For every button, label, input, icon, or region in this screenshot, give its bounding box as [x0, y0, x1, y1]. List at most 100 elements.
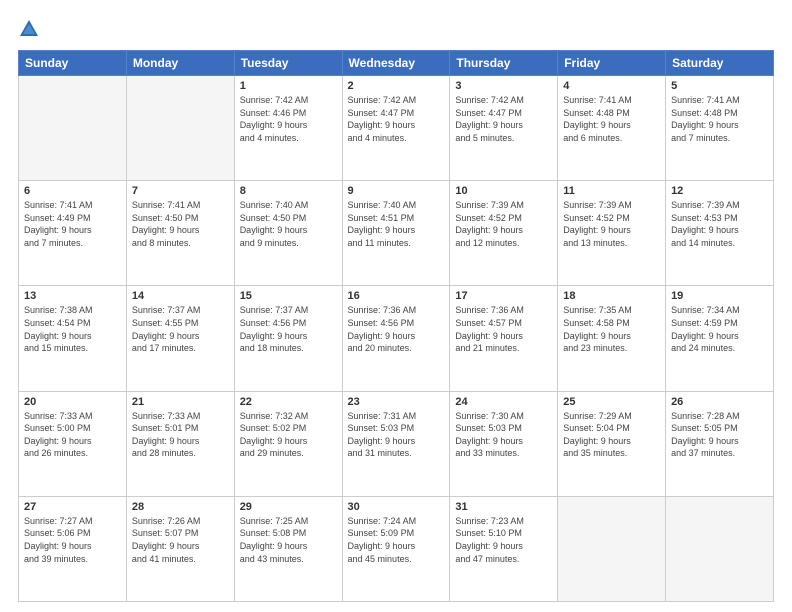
day-number: 26 — [671, 396, 768, 408]
day-number: 19 — [671, 290, 768, 302]
calendar-header-wednesday: Wednesday — [342, 51, 450, 76]
day-number: 9 — [348, 185, 445, 197]
day-number: 25 — [563, 396, 660, 408]
calendar-cell — [558, 496, 666, 601]
calendar-header-thursday: Thursday — [450, 51, 558, 76]
calendar-cell — [19, 76, 127, 181]
day-info: Sunrise: 7:37 AM Sunset: 4:56 PM Dayligh… — [240, 304, 337, 354]
day-number: 4 — [563, 80, 660, 92]
day-info: Sunrise: 7:23 AM Sunset: 5:10 PM Dayligh… — [455, 515, 552, 565]
calendar-header-saturday: Saturday — [666, 51, 774, 76]
day-number: 8 — [240, 185, 337, 197]
calendar-cell: 24 Sunrise: 7:30 AM Sunset: 5:03 PM Dayli… — [450, 391, 558, 496]
day-info: Sunrise: 7:29 AM Sunset: 5:04 PM Dayligh… — [563, 410, 660, 460]
calendar-cell: 8 Sunrise: 7:40 AM Sunset: 4:50 PM Daylig… — [234, 181, 342, 286]
logo — [18, 18, 44, 40]
day-info: Sunrise: 7:36 AM Sunset: 4:56 PM Dayligh… — [348, 304, 445, 354]
day-info: Sunrise: 7:42 AM Sunset: 4:47 PM Dayligh… — [455, 94, 552, 144]
day-number: 2 — [348, 80, 445, 92]
day-number: 16 — [348, 290, 445, 302]
calendar-week-row: 13 Sunrise: 7:38 AM Sunset: 4:54 PM Dayli… — [19, 286, 774, 391]
calendar-cell: 14Sunrise: 7:37 AM Sunset: 4:55 PM Dayli… — [126, 286, 234, 391]
day-info: Sunrise: 7:39 AM Sunset: 4:53 PM Dayligh… — [671, 199, 768, 249]
day-info: Sunrise: 7:27 AM Sunset: 5:06 PM Dayligh… — [24, 515, 121, 565]
day-number: 12 — [671, 185, 768, 197]
day-info: Sunrise: 7:41 AM Sunset: 4:48 PM Dayligh… — [563, 94, 660, 144]
day-info: Sunrise: 7:25 AM Sunset: 5:08 PM Dayligh… — [240, 515, 337, 565]
calendar-week-row: 20 Sunrise: 7:33 AM Sunset: 5:00 PM Dayli… — [19, 391, 774, 496]
day-number: 15 — [240, 290, 337, 302]
calendar-cell: 2 Sunrise: 7:42 AM Sunset: 4:47 PM Daylig… — [342, 76, 450, 181]
day-info: Sunrise: 7:42 AM Sunset: 4:47 PM Dayligh… — [348, 94, 445, 144]
calendar-cell: 29 Sunrise: 7:25 AM Sunset: 5:08 PM Dayli… — [234, 496, 342, 601]
calendar-cell: 20 Sunrise: 7:33 AM Sunset: 5:00 PM Dayli… — [19, 391, 127, 496]
calendar-header-row: SundayMondayTuesdayWednesdayThursdayFrid… — [19, 51, 774, 76]
day-number: 23 — [348, 396, 445, 408]
header — [18, 18, 774, 40]
day-number: 5 — [671, 80, 768, 92]
calendar-week-row: 1Sunrise: 7:42 AM Sunset: 4:46 PM Daylig… — [19, 76, 774, 181]
calendar-cell: 18Sunrise: 7:35 AM Sunset: 4:58 PM Dayli… — [558, 286, 666, 391]
day-info: Sunrise: 7:41 AM Sunset: 4:48 PM Dayligh… — [671, 94, 768, 144]
calendar-cell: 19 Sunrise: 7:34 AM Sunset: 4:59 PM Dayli… — [666, 286, 774, 391]
page: SundayMondayTuesdayWednesdayThursdayFrid… — [0, 0, 792, 612]
day-number: 7 — [132, 185, 229, 197]
calendar-header-monday: Monday — [126, 51, 234, 76]
calendar-cell: 6Sunrise: 7:41 AM Sunset: 4:49 PM Daylig… — [19, 181, 127, 286]
calendar-cell: 7 Sunrise: 7:41 AM Sunset: 4:50 PM Daylig… — [126, 181, 234, 286]
day-number: 6 — [24, 185, 121, 197]
calendar-cell: 5 Sunrise: 7:41 AM Sunset: 4:48 PM Daylig… — [666, 76, 774, 181]
calendar-header-friday: Friday — [558, 51, 666, 76]
calendar-cell: 13 Sunrise: 7:38 AM Sunset: 4:54 PM Dayli… — [19, 286, 127, 391]
calendar-cell: 15 Sunrise: 7:37 AM Sunset: 4:56 PM Dayli… — [234, 286, 342, 391]
day-number: 30 — [348, 501, 445, 513]
day-info: Sunrise: 7:38 AM Sunset: 4:54 PM Dayligh… — [24, 304, 121, 354]
calendar-cell: 10Sunrise: 7:39 AM Sunset: 4:52 PM Dayli… — [450, 181, 558, 286]
day-info: Sunrise: 7:39 AM Sunset: 4:52 PM Dayligh… — [563, 199, 660, 249]
day-number: 24 — [455, 396, 552, 408]
calendar-cell: 3 Sunrise: 7:42 AM Sunset: 4:47 PM Daylig… — [450, 76, 558, 181]
calendar-cell: 16 Sunrise: 7:36 AM Sunset: 4:56 PM Dayli… — [342, 286, 450, 391]
day-info: Sunrise: 7:37 AM Sunset: 4:55 PM Dayligh… — [132, 304, 229, 354]
day-number: 27 — [24, 501, 121, 513]
calendar-week-row: 6Sunrise: 7:41 AM Sunset: 4:49 PM Daylig… — [19, 181, 774, 286]
calendar-cell: 9 Sunrise: 7:40 AM Sunset: 4:51 PM Daylig… — [342, 181, 450, 286]
day-info: Sunrise: 7:34 AM Sunset: 4:59 PM Dayligh… — [671, 304, 768, 354]
day-info: Sunrise: 7:33 AM Sunset: 5:00 PM Dayligh… — [24, 410, 121, 460]
day-info: Sunrise: 7:28 AM Sunset: 5:05 PM Dayligh… — [671, 410, 768, 460]
calendar-cell: 30 Sunrise: 7:24 AM Sunset: 5:09 PM Dayli… — [342, 496, 450, 601]
calendar-cell: 1Sunrise: 7:42 AM Sunset: 4:46 PM Daylig… — [234, 76, 342, 181]
calendar-cell — [126, 76, 234, 181]
day-number: 13 — [24, 290, 121, 302]
day-number: 31 — [455, 501, 552, 513]
day-number: 17 — [455, 290, 552, 302]
day-number: 1 — [240, 80, 337, 92]
day-info: Sunrise: 7:30 AM Sunset: 5:03 PM Dayligh… — [455, 410, 552, 460]
day-number: 18 — [563, 290, 660, 302]
calendar-header-tuesday: Tuesday — [234, 51, 342, 76]
day-number: 29 — [240, 501, 337, 513]
logo-icon — [18, 18, 40, 40]
day-info: Sunrise: 7:26 AM Sunset: 5:07 PM Dayligh… — [132, 515, 229, 565]
day-number: 3 — [455, 80, 552, 92]
day-info: Sunrise: 7:33 AM Sunset: 5:01 PM Dayligh… — [132, 410, 229, 460]
calendar-cell: 22Sunrise: 7:32 AM Sunset: 5:02 PM Dayli… — [234, 391, 342, 496]
calendar-cell: 4 Sunrise: 7:41 AM Sunset: 4:48 PM Daylig… — [558, 76, 666, 181]
day-info: Sunrise: 7:41 AM Sunset: 4:50 PM Dayligh… — [132, 199, 229, 249]
calendar-cell: 17Sunrise: 7:36 AM Sunset: 4:57 PM Dayli… — [450, 286, 558, 391]
day-number: 20 — [24, 396, 121, 408]
day-info: Sunrise: 7:39 AM Sunset: 4:52 PM Dayligh… — [455, 199, 552, 249]
calendar-cell: 25 Sunrise: 7:29 AM Sunset: 5:04 PM Dayli… — [558, 391, 666, 496]
calendar-cell: 27 Sunrise: 7:27 AM Sunset: 5:06 PM Dayli… — [19, 496, 127, 601]
day-number: 21 — [132, 396, 229, 408]
day-number: 22 — [240, 396, 337, 408]
calendar-cell: 21 Sunrise: 7:33 AM Sunset: 5:01 PM Dayli… — [126, 391, 234, 496]
day-number: 28 — [132, 501, 229, 513]
day-info: Sunrise: 7:40 AM Sunset: 4:51 PM Dayligh… — [348, 199, 445, 249]
calendar-cell: 12 Sunrise: 7:39 AM Sunset: 4:53 PM Dayli… — [666, 181, 774, 286]
calendar-cell: 28 Sunrise: 7:26 AM Sunset: 5:07 PM Dayli… — [126, 496, 234, 601]
calendar-table: SundayMondayTuesdayWednesdayThursdayFrid… — [18, 50, 774, 602]
day-info: Sunrise: 7:40 AM Sunset: 4:50 PM Dayligh… — [240, 199, 337, 249]
calendar-week-row: 27 Sunrise: 7:27 AM Sunset: 5:06 PM Dayli… — [19, 496, 774, 601]
day-info: Sunrise: 7:24 AM Sunset: 5:09 PM Dayligh… — [348, 515, 445, 565]
